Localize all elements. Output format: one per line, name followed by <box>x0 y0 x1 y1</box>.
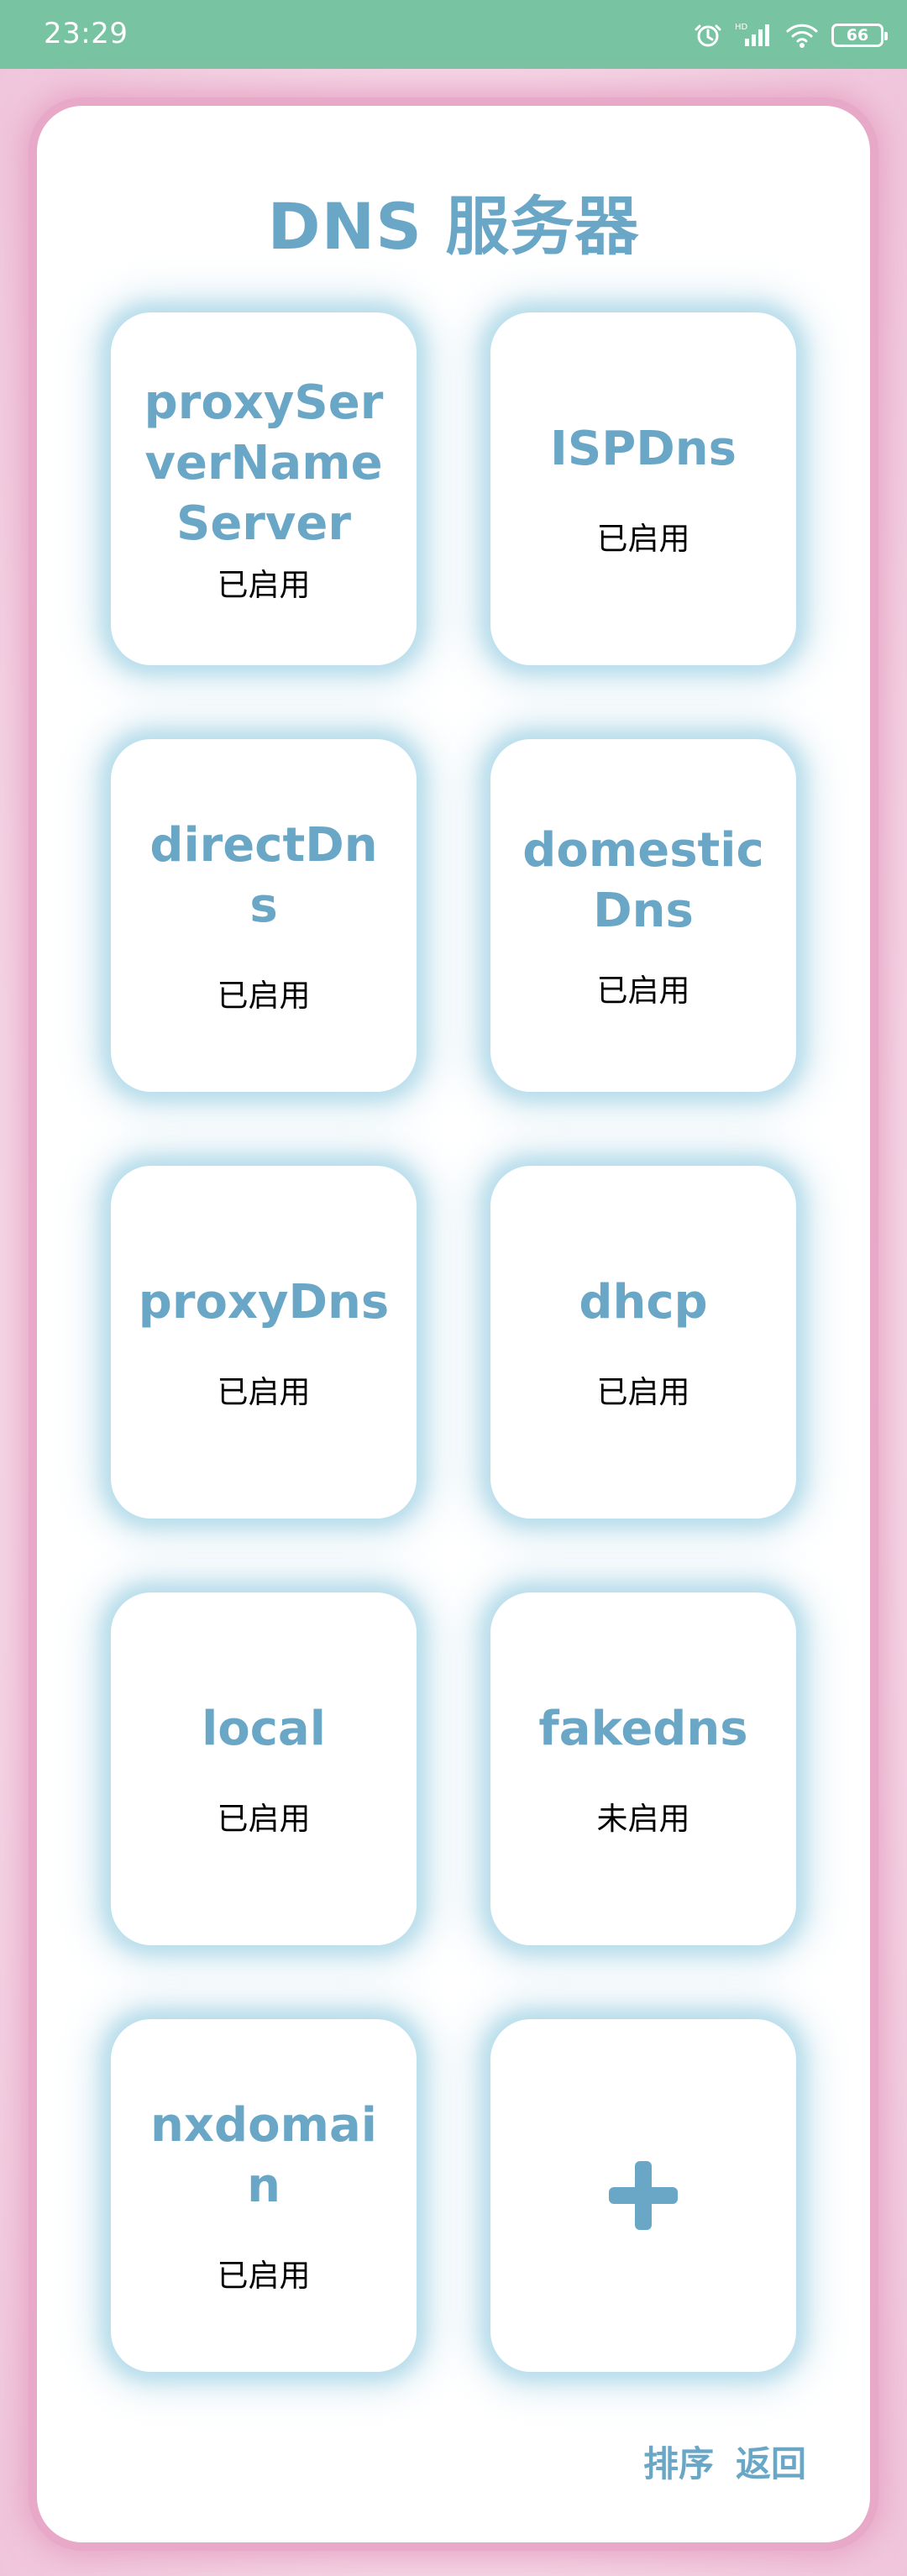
svg-text:HD: HD <box>735 23 748 32</box>
wifi-icon <box>784 21 820 50</box>
dns-card-name: fakedns <box>538 1702 748 1756</box>
dns-card-name: nxdomain <box>150 2098 377 2213</box>
dns-card-name: domesticDns <box>522 823 764 938</box>
dns-card-local[interactable]: local 已启用 <box>111 1592 417 1945</box>
dns-card-status: 未启用 <box>596 1801 690 1837</box>
dns-card-name: local <box>202 1702 326 1756</box>
sort-button[interactable]: 排序 <box>643 2436 714 2487</box>
dns-card-status: 已启用 <box>217 978 311 1014</box>
dns-card-status: 已启用 <box>217 567 311 603</box>
dns-card-status: 已启用 <box>596 1374 690 1410</box>
dns-card-nxdomain[interactable]: nxdomain 已启用 <box>111 2019 417 2372</box>
back-button[interactable]: 返回 <box>736 2436 806 2487</box>
add-dns-server-button[interactable] <box>490 2019 796 2372</box>
alarm-icon <box>694 21 722 50</box>
dns-card-dhcp[interactable]: dhcp 已启用 <box>490 1166 796 1519</box>
dns-card-domesticdns[interactable]: domesticDns 已启用 <box>490 739 796 1092</box>
battery-icon: 66 <box>831 24 888 47</box>
dns-card-status: 已启用 <box>596 521 690 557</box>
plus-icon <box>609 2161 678 2230</box>
dns-panel: DNS 服务器 proxyServerNameServer 已启用 ISPDns… <box>37 106 870 2542</box>
page-title: DNS 服务器 <box>267 189 640 264</box>
hd-signal-icon: HD <box>734 21 773 50</box>
dns-card-directdns[interactable]: directDns 已启用 <box>111 739 417 1092</box>
dns-card-name: proxyServerNameServer <box>144 375 384 551</box>
dns-card-name: ISPDns <box>550 422 737 476</box>
dns-server-grid: proxyServerNameServer 已启用 ISPDns 已启用 dir… <box>111 312 796 2372</box>
dns-card-status: 已启用 <box>217 2258 311 2294</box>
dns-card-status: 已启用 <box>596 973 690 1009</box>
dns-card-fakedns[interactable]: fakedns 未启用 <box>490 1592 796 1945</box>
status-time: 23:29 <box>44 17 128 50</box>
status-bar: 23:29 HD 66 <box>0 0 907 69</box>
dns-card-proxyservernameserver[interactable]: proxyServerNameServer 已启用 <box>111 312 417 665</box>
dns-card-proxydns[interactable]: proxyDns 已启用 <box>111 1166 417 1519</box>
dns-card-name: dhcp <box>579 1275 708 1330</box>
dns-card-ispdns[interactable]: ISPDns 已启用 <box>490 312 796 665</box>
dns-card-name: directDns <box>149 818 378 933</box>
dns-card-status: 已启用 <box>217 1801 311 1837</box>
footer-actions: 排序 返回 <box>643 2436 806 2487</box>
dns-card-name: proxyDns <box>138 1275 390 1330</box>
status-icons: HD 66 <box>694 17 888 54</box>
dns-card-status: 已启用 <box>217 1374 311 1410</box>
